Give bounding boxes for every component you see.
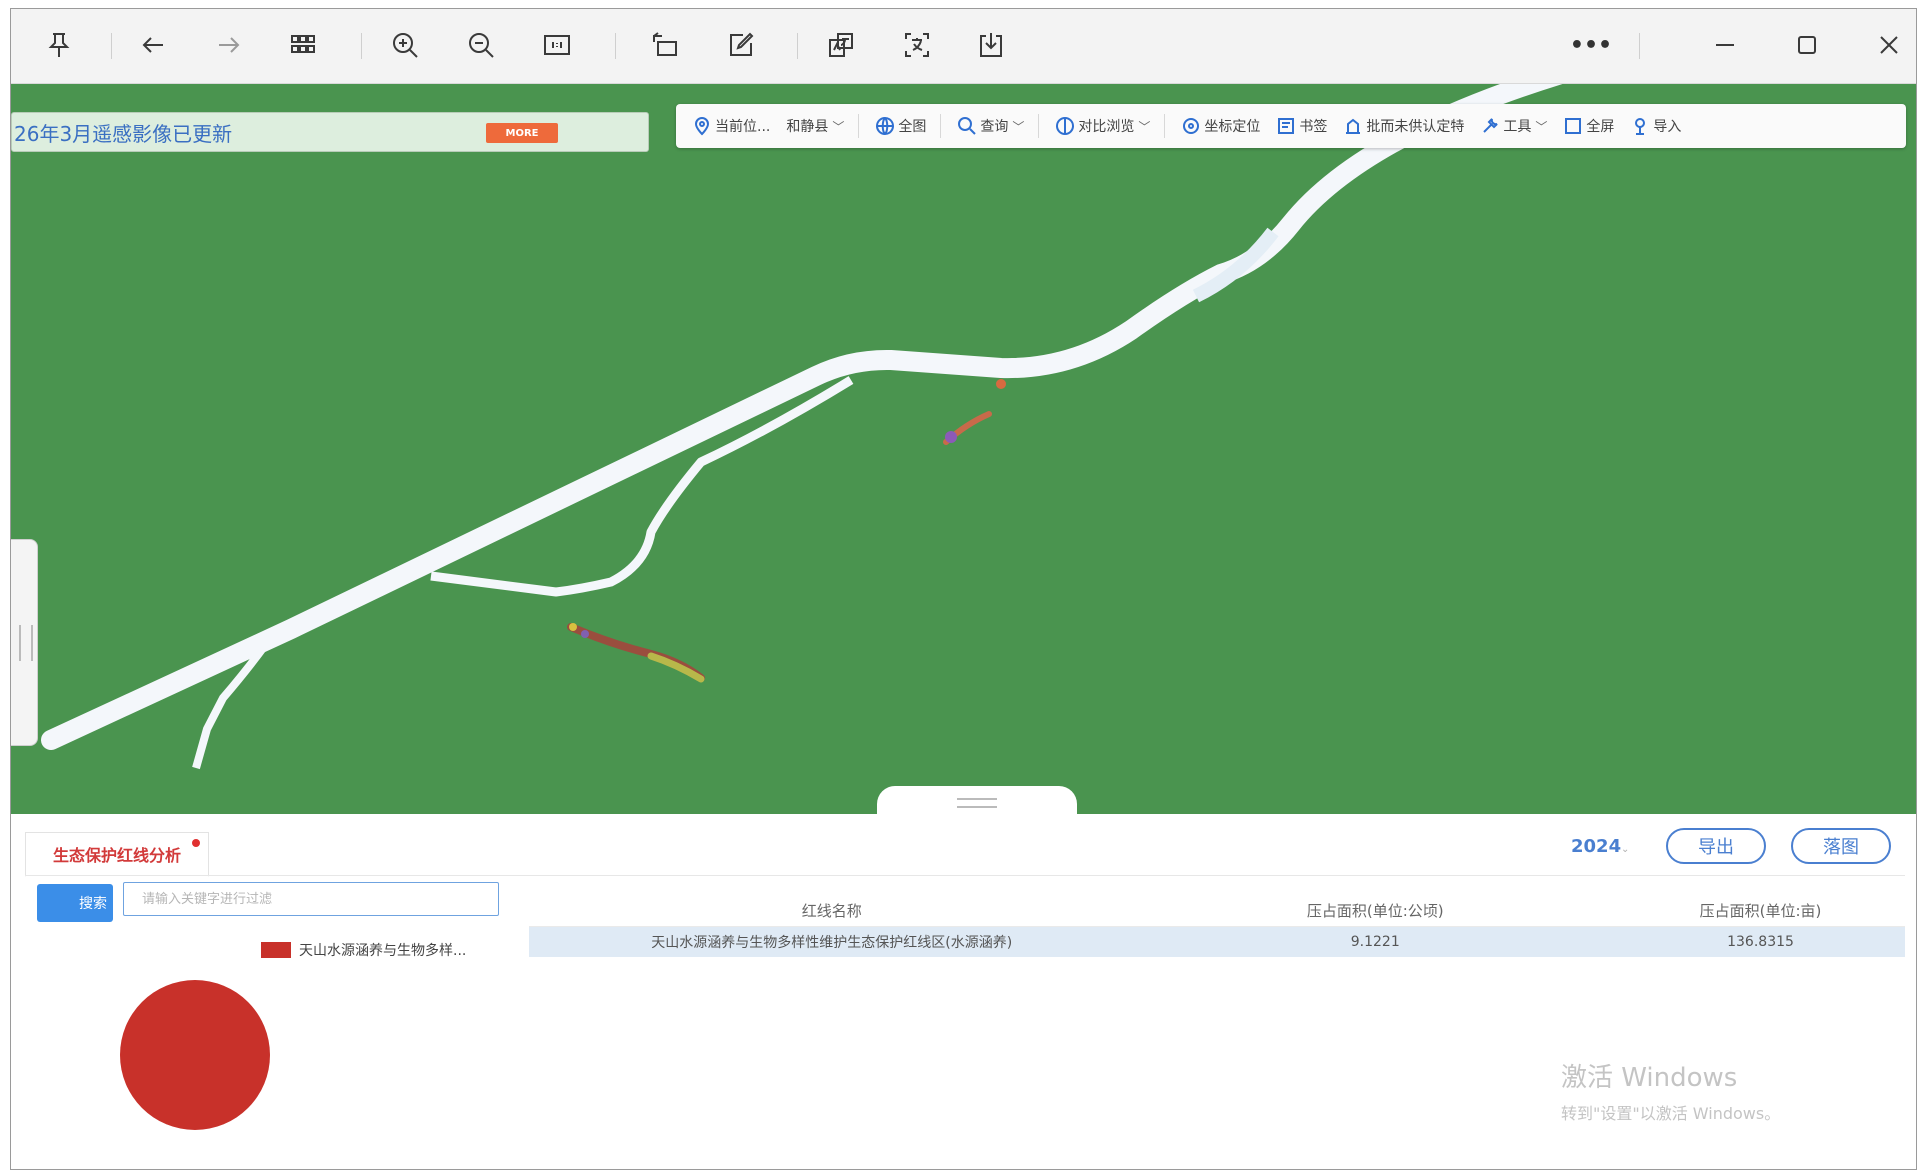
forward-arrow-icon[interactable] bbox=[207, 23, 251, 67]
globe-icon bbox=[875, 116, 895, 136]
zoom-out-icon[interactable] bbox=[459, 23, 503, 67]
column-header: 压占面积(单位:亩) bbox=[1616, 894, 1905, 927]
column-header: 压占面积(单位:公顷) bbox=[1134, 894, 1617, 927]
import-button[interactable]: 导入 bbox=[1630, 116, 1681, 136]
pin-icon[interactable] bbox=[37, 23, 81, 67]
county-select[interactable]: 和静县 ﹀ bbox=[786, 116, 844, 136]
table-cell: 天山水源涵养与生物多样性维护生态保护红线区(水源涵养) bbox=[529, 926, 1135, 957]
table-cell: 136.8315 bbox=[1616, 926, 1905, 957]
rotate-icon[interactable] bbox=[643, 23, 687, 67]
table-row[interactable]: 天山水源涵养与生物多样性维护生态保护红线区(水源涵养) 9.1221 136.8… bbox=[529, 926, 1905, 957]
chevron-down-icon: ﹀ bbox=[1138, 119, 1151, 134]
bookmark-button[interactable]: 书签 bbox=[1276, 116, 1327, 136]
back-arrow-icon[interactable] bbox=[131, 23, 175, 67]
windows-activation-watermark: 激活 Windows 转到"设置"以激活 Windows。 bbox=[1561, 1063, 1781, 1123]
map-view[interactable]: 26年3月遥感影像已更新 MORE 当前位... 和静县 ﹀ 全图 查询 ﹀ 对… bbox=[11, 84, 1916, 814]
pie-slice[interactable] bbox=[120, 980, 270, 1130]
query-button[interactable]: 查询 ﹀ bbox=[957, 116, 1024, 136]
chevron-down-icon: ﹀ bbox=[1535, 119, 1548, 134]
column-header: 红线名称 bbox=[529, 894, 1135, 927]
imagery-update-notice: 26年3月遥感影像已更新 MORE bbox=[11, 112, 649, 152]
search-icon bbox=[957, 116, 977, 136]
wrench-icon bbox=[1480, 116, 1500, 136]
export-button[interactable]: 导出 bbox=[1666, 828, 1766, 864]
zoom-in-icon[interactable] bbox=[383, 23, 427, 67]
more-icon[interactable]: ••• bbox=[1569, 23, 1613, 67]
minimize-icon[interactable] bbox=[1703, 23, 1747, 67]
grid-icon[interactable] bbox=[281, 23, 325, 67]
actual-size-icon[interactable] bbox=[535, 23, 579, 67]
table-cell: 9.1221 bbox=[1134, 926, 1617, 957]
side-panel-toggle[interactable] bbox=[11, 539, 38, 746]
map-toolbar: 当前位... 和静县 ﹀ 全图 查询 ﹀ 对比浏览 ﹀ 坐标定位 书签 批而未供… bbox=[676, 104, 1906, 148]
panel-resize-handle[interactable] bbox=[877, 786, 1077, 814]
chevron-down-icon: ﹀ bbox=[1012, 119, 1025, 134]
fullscreen-button[interactable]: 全屏 bbox=[1563, 116, 1614, 136]
close-icon[interactable] bbox=[1867, 23, 1911, 67]
notice-text: 26年3月遥感影像已更新 bbox=[14, 121, 233, 146]
compare-icon bbox=[1055, 116, 1075, 136]
tab-indicator-dot bbox=[192, 839, 200, 847]
viewer-window: ••• 26年3月遥感影像已更新 MORE 当前位... 和静县 ﹀ 全图 查询… bbox=[10, 8, 1917, 1170]
location-pin-icon bbox=[692, 116, 712, 136]
ocr-icon[interactable] bbox=[895, 23, 939, 67]
full-extent-button[interactable]: 全图 bbox=[875, 116, 926, 136]
map-drawing-button[interactable]: 落图 bbox=[1791, 828, 1891, 864]
compare-browse-button[interactable]: 对比浏览 ﹀ bbox=[1055, 116, 1150, 136]
results-table: 红线名称 压占面积(单位:公顷) 压占面积(单位:亩) 天山水源涵养与生物多样性… bbox=[529, 894, 1905, 957]
search-input[interactable] bbox=[123, 882, 499, 916]
maximize-icon[interactable] bbox=[1785, 23, 1829, 67]
crosshair-icon bbox=[1181, 116, 1201, 136]
analysis-panel: 生态保护红线分析 2024 ⌄ 导出 落图 搜索 天山水源涵养与生物多样... … bbox=[11, 814, 1916, 1169]
legend-label: 天山水源涵养与生物多样... bbox=[299, 943, 467, 959]
download-icon[interactable] bbox=[969, 23, 1013, 67]
more-button[interactable]: MORE bbox=[486, 123, 558, 143]
search-button[interactable]: 搜索 bbox=[37, 884, 113, 922]
coordinate-locate-button[interactable]: 坐标定位 bbox=[1181, 116, 1260, 136]
year-select[interactable]: 2024 bbox=[1571, 836, 1621, 857]
tab-redline-analysis[interactable]: 生态保护红线分析 bbox=[25, 832, 209, 877]
table-header-row: 红线名称 压占面积(单位:公顷) 压占面积(单位:亩) bbox=[529, 894, 1905, 927]
fullscreen-icon bbox=[1563, 116, 1583, 136]
legend-swatch bbox=[261, 942, 291, 958]
translate-icon[interactable] bbox=[819, 23, 863, 67]
pie-chart bbox=[120, 980, 270, 1130]
bookmark-icon bbox=[1276, 116, 1296, 136]
building-icon bbox=[1343, 116, 1363, 136]
unapproved-land-button[interactable]: 批而未供认定特 bbox=[1343, 116, 1464, 136]
viewer-toolbar: ••• bbox=[11, 9, 1916, 84]
river-network bbox=[41, 84, 1563, 770]
chevron-down-icon: ﹀ bbox=[832, 119, 845, 134]
tools-menu[interactable]: 工具 ﹀ bbox=[1480, 116, 1547, 136]
chevron-down-icon: ⌄ bbox=[1621, 844, 1630, 855]
edit-icon[interactable] bbox=[719, 23, 763, 67]
chart-legend: 天山水源涵养与生物多样... bbox=[261, 940, 466, 960]
person-pin-icon bbox=[1630, 116, 1650, 136]
current-location-button[interactable]: 当前位... bbox=[692, 116, 770, 136]
